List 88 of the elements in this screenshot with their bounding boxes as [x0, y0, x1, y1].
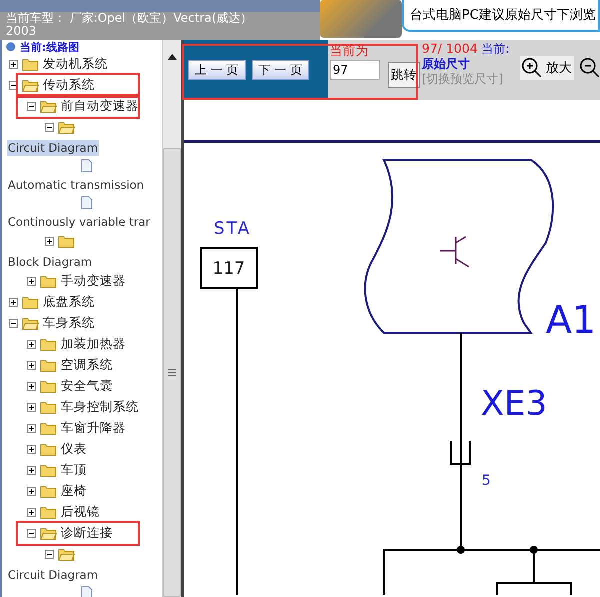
document-icon [81, 159, 93, 173]
folder-icon [40, 275, 57, 288]
collapse-icon[interactable] [9, 319, 18, 328]
folder-icon [22, 317, 39, 330]
tree-item-label[interactable]: 传动系统 [43, 77, 95, 94]
folder-icon [40, 485, 57, 498]
tree-item-label[interactable]: 手动变速器 [61, 273, 126, 290]
expand-icon[interactable] [27, 382, 36, 391]
folder-icon [22, 296, 39, 309]
tree-item-label[interactable]: 车顶 [61, 462, 87, 479]
expand-icon[interactable] [27, 361, 36, 370]
tree-item-label[interactable]: 车身控制系统 [61, 399, 139, 416]
expand-icon[interactable] [27, 424, 36, 433]
tree-item-label[interactable]: Automatic transmission [7, 176, 146, 192]
page-input[interactable]: 97 [330, 60, 380, 80]
junction-dot [530, 546, 538, 554]
tree-item-label[interactable]: 座椅 [61, 483, 87, 500]
component-label: A1 [546, 298, 596, 342]
folder-icon [40, 464, 57, 477]
collapse-icon[interactable] [45, 123, 54, 132]
expand-icon[interactable] [27, 466, 36, 475]
document-icon [81, 586, 93, 597]
collapse-icon[interactable] [27, 529, 36, 538]
connector-label: XE3 [481, 384, 548, 424]
expand-icon[interactable] [27, 487, 36, 496]
transistor-icon [440, 236, 470, 268]
tree-item-label[interactable]: 诊断连接 [61, 525, 113, 542]
collapse-icon[interactable] [45, 550, 54, 559]
expand-icon[interactable] [27, 340, 36, 349]
expand-icon[interactable] [9, 60, 18, 69]
folder-icon [58, 121, 75, 134]
tree-item-label[interactable]: 加装加热器 [61, 336, 126, 353]
next-page-button[interactable]: 下 一 页 [252, 60, 310, 80]
folder-icon [22, 58, 39, 71]
pin-label: STA [214, 219, 252, 239]
previous-page-button[interactable]: 上 一 页 [188, 60, 246, 80]
zoom-in-button[interactable]: 放大 [520, 56, 574, 80]
folder-icon [40, 422, 57, 435]
globe-icon [6, 42, 16, 52]
grip-icon [168, 368, 176, 376]
folder-icon [40, 380, 57, 393]
tree-item-label[interactable]: 车身系统 [43, 315, 95, 332]
tree-item-label[interactable]: 后视镜 [61, 504, 100, 521]
plug-icon [450, 440, 471, 465]
expand-icon[interactable] [9, 298, 18, 307]
zoom-in-icon [522, 58, 542, 78]
expand-icon[interactable] [27, 277, 36, 286]
scroll-up-icon[interactable] [168, 54, 176, 60]
zoom-out-icon[interactable] [580, 58, 600, 78]
expand-icon[interactable] [27, 508, 36, 517]
tree-item-label[interactable]: 底盘系统 [43, 294, 95, 311]
pin-number: 5 [482, 473, 491, 489]
collapse-icon[interactable] [27, 102, 36, 111]
tree-heading: 当前:线路图 [20, 40, 80, 54]
tree-item-label[interactable]: 空调系统 [61, 357, 113, 374]
page-status: 97/ 1004 当前:原始尺寸 [422, 41, 511, 72]
scroll-thumb[interactable] [163, 148, 181, 597]
expand-icon[interactable] [45, 237, 54, 246]
vehicle-title: 当前车型： 厂家:Opel（欧宝）Vectra(威达）2003 [6, 12, 254, 38]
folder-icon [58, 548, 75, 561]
folder-icon [40, 338, 57, 351]
folder-icon [40, 359, 57, 372]
terminal-box [200, 247, 258, 289]
folder-icon [40, 443, 57, 456]
tree-item-label[interactable]: 发动机系统 [43, 56, 108, 73]
terminal-number: 117 [212, 259, 246, 279]
tree-item-label[interactable]: 车窗升降器 [61, 420, 126, 437]
tree-item-label[interactable]: Circuit Diagram [7, 140, 100, 156]
folder-icon [40, 401, 57, 414]
tree-item-label[interactable]: 安全气囊 [61, 378, 113, 395]
tree-item-label[interactable]: 前自动变速器 [61, 98, 139, 115]
banner-notice: 台式电脑PC建议原始尺寸下浏览 [402, 0, 600, 32]
tree-item-label[interactable]: Block Diagram [7, 254, 94, 270]
go-button[interactable]: 跳转 [388, 62, 420, 88]
tree-item-label[interactable]: Circuit Diagram [7, 566, 100, 582]
folder-icon [40, 506, 57, 519]
document-icon [81, 196, 93, 210]
expand-icon[interactable] [27, 445, 36, 454]
junction-dot [457, 546, 465, 554]
collapse-icon[interactable] [9, 81, 18, 90]
folder-icon [22, 79, 39, 92]
expand-icon[interactable] [27, 403, 36, 412]
tree-item-label[interactable]: 仪表 [61, 441, 87, 458]
scrollbar[interactable] [162, 40, 181, 597]
folder-icon [58, 235, 75, 248]
folder-icon [40, 100, 57, 113]
tree-item-label[interactable]: Continously variable trar [7, 214, 152, 230]
folder-icon [40, 527, 57, 540]
